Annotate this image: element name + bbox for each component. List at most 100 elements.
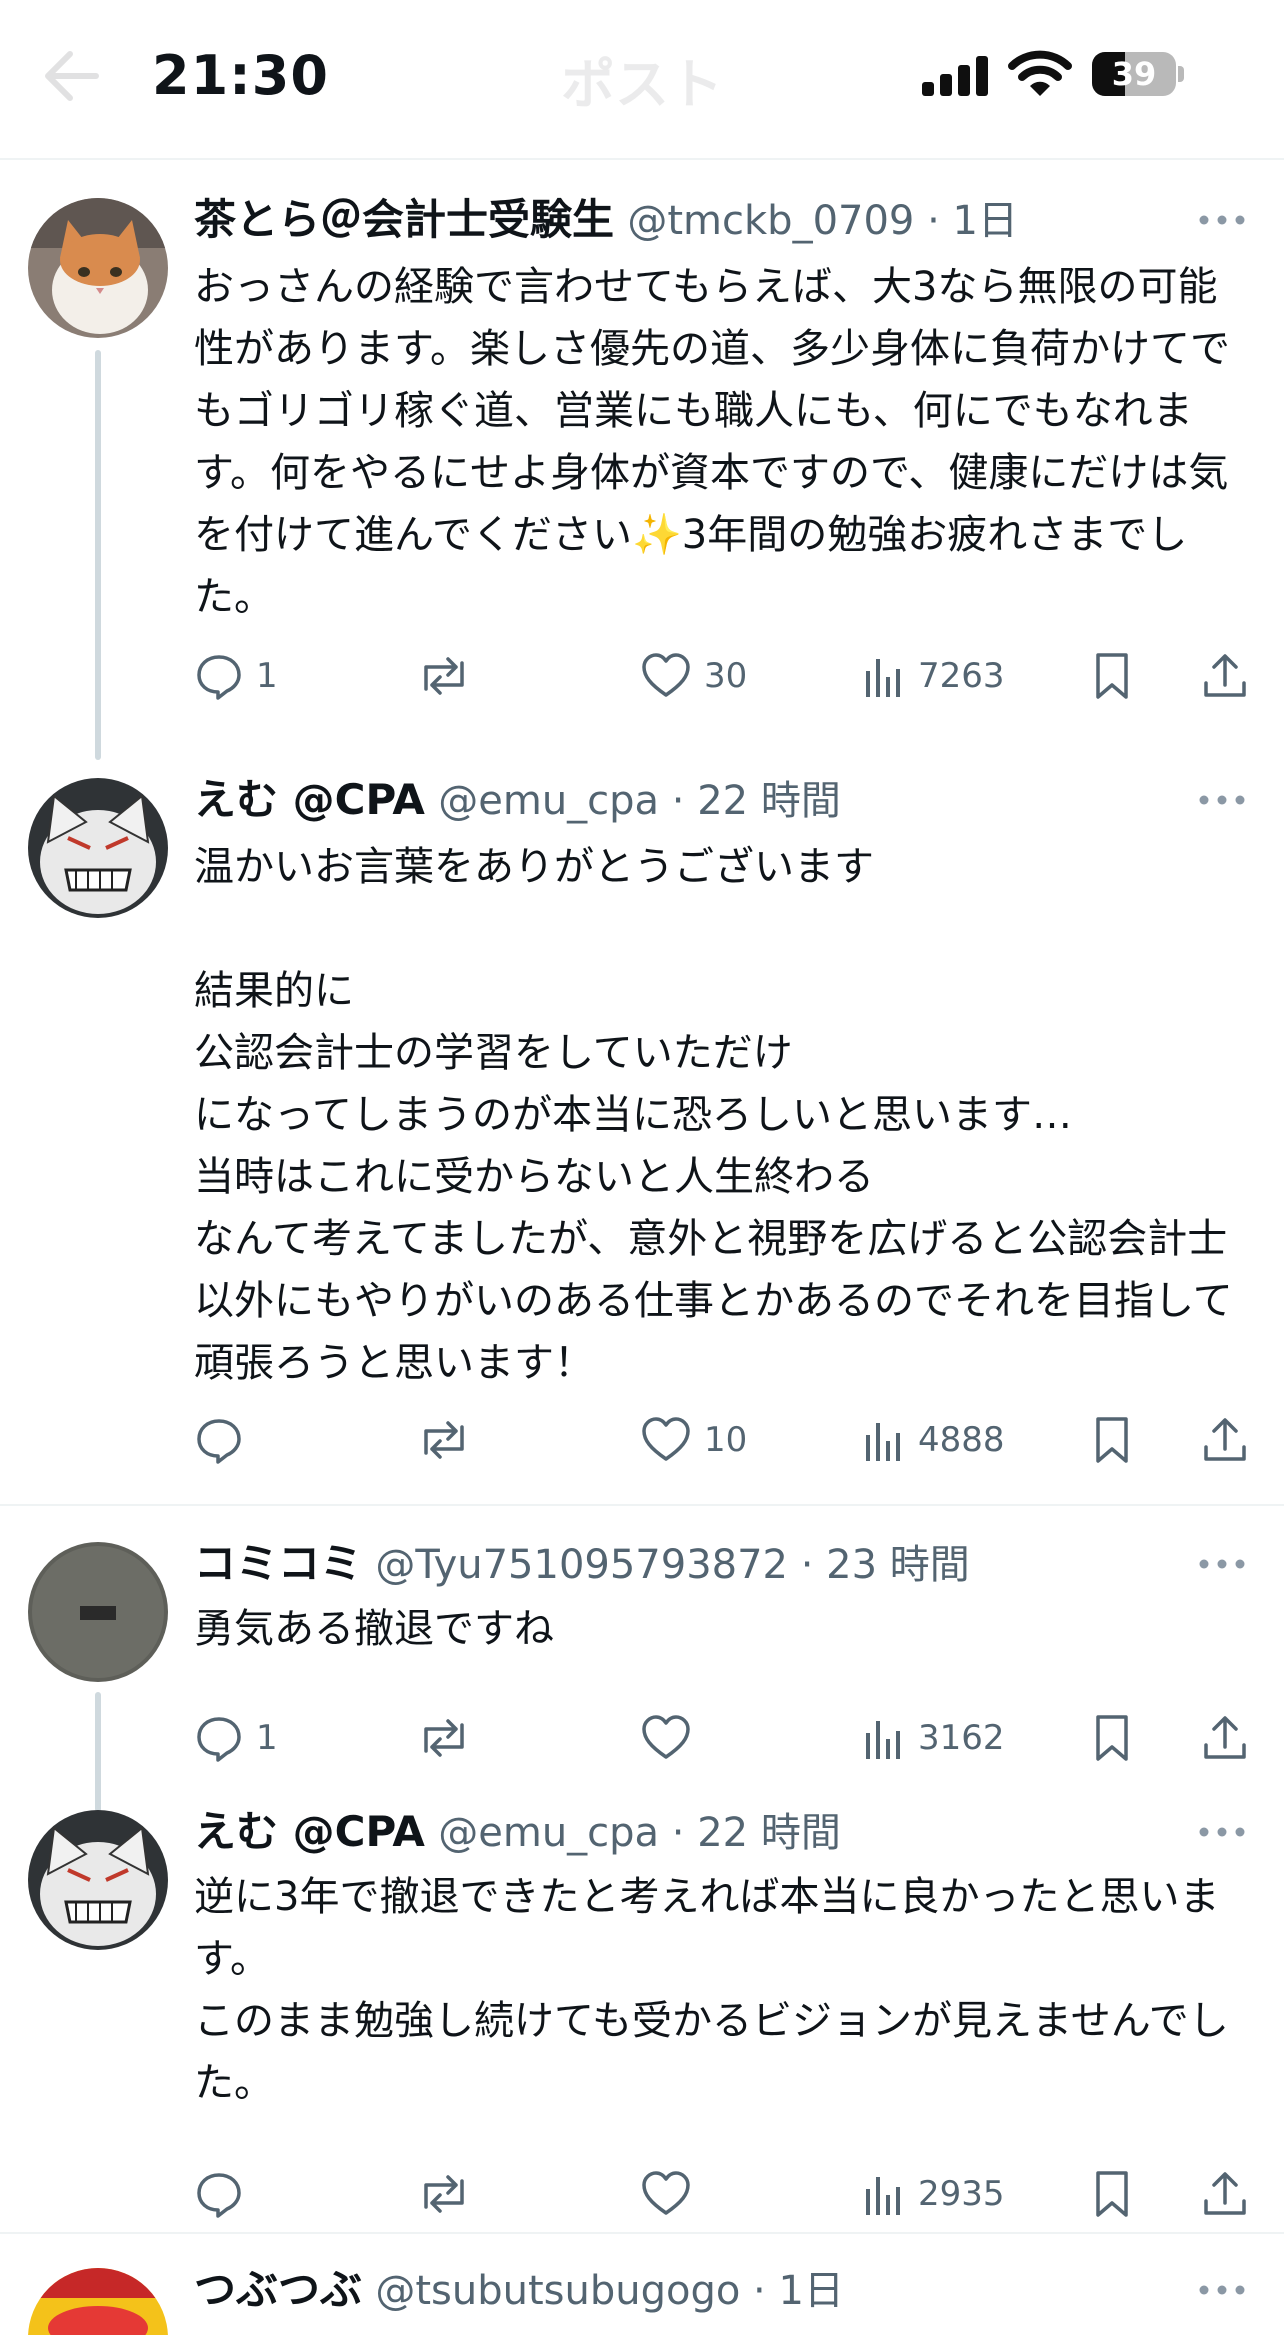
repost-button[interactable] — [414, 1708, 474, 1768]
view-count: 7263 — [918, 656, 1005, 696]
ellipsis-icon[interactable] — [1192, 190, 1252, 250]
dot-separator: · — [914, 198, 953, 244]
repost-button[interactable] — [414, 1410, 474, 1470]
repost-arrows-icon — [414, 2169, 474, 2219]
dot-separator: · — [659, 1810, 698, 1856]
bookmark-button[interactable] — [1090, 1708, 1134, 1768]
tweet-header: 茶とら＠会計士受験生 @tmckb_0709 · 1日 — [194, 190, 1204, 250]
top-bar: ポスト 21:30 39 — [0, 0, 1284, 160]
timestamp[interactable]: 22 時間 — [697, 778, 841, 824]
cellular-signal-icon — [922, 56, 992, 100]
heart-icon — [640, 651, 692, 701]
handle[interactable]: @emu_cpa — [438, 778, 659, 824]
like-button[interactable]: 10 — [640, 1410, 747, 1470]
views-button[interactable]: 3162 — [862, 1708, 1005, 1768]
timestamp[interactable]: 23 時間 — [826, 1542, 970, 1588]
bookmark-icon — [1090, 2169, 1134, 2219]
tweet-header: つぶつぶ @tsubutsubugogo · 1日 — [194, 2260, 1204, 2320]
like-button[interactable] — [640, 1708, 704, 1768]
bookmark-icon — [1090, 651, 1134, 701]
views-button[interactable]: 2935 — [862, 2164, 1005, 2224]
bookmark-button[interactable] — [1090, 2164, 1134, 2224]
avatar-cartoon-cat[interactable] — [28, 1810, 168, 1950]
display-name[interactable]: コミコミ — [194, 1539, 362, 1588]
speech-bubble-icon — [194, 1415, 244, 1465]
handle[interactable]: @tmckb_0709 — [627, 198, 914, 244]
heart-icon — [640, 2169, 692, 2219]
dot-separator: · — [740, 2268, 779, 2314]
heart-icon — [640, 1713, 692, 1763]
ellipsis-icon[interactable] — [1192, 1802, 1252, 1862]
reply-count: 1 — [256, 656, 278, 696]
like-button[interactable]: 30 — [640, 646, 747, 706]
display-name[interactable]: つぶつぶ — [194, 2265, 362, 2314]
display-name[interactable]: えむ @CPA — [194, 775, 425, 824]
speech-bubble-icon — [194, 1713, 244, 1763]
share-upload-icon — [1200, 1415, 1250, 1465]
action-bar: 1 30 7263 — [194, 646, 1254, 706]
reply-count: 1 — [256, 1718, 278, 1758]
tweet-1[interactable]: 茶とら＠会計士受験生 @tmckb_0709 · 1日 おっさんの経験で言わせて… — [0, 160, 1284, 760]
like-button[interactable] — [640, 2164, 704, 2224]
speech-bubble-icon — [194, 651, 244, 701]
repost-arrows-icon — [414, 1415, 474, 1465]
share-button[interactable] — [1200, 2164, 1250, 2224]
like-count: 30 — [704, 656, 748, 696]
ellipsis-icon[interactable] — [1192, 770, 1252, 830]
ellipsis-icon[interactable] — [1192, 1534, 1252, 1594]
ellipsis-icon[interactable] — [1192, 2260, 1252, 2320]
tweet-text: 温かいお言葉をありがとうございます 結果的に 公認会計士の学習をしていただけ に… — [194, 844, 1233, 1386]
bar-chart-icon — [862, 1713, 906, 1763]
thread-connector — [95, 1692, 101, 1812]
like-count: 10 — [704, 1420, 748, 1460]
speech-bubble-icon — [194, 2169, 244, 2219]
bar-chart-icon — [862, 1415, 906, 1465]
reply-button[interactable]: 1 — [194, 1708, 278, 1768]
tweet-2[interactable]: えむ @CPA @emu_cpa · 22 時間 温かいお言葉をありがとうござい… — [0, 740, 1284, 1504]
views-button[interactable]: 7263 — [862, 646, 1005, 706]
avatar-cat[interactable] — [28, 198, 168, 338]
bookmark-icon — [1090, 1713, 1134, 1763]
display-name[interactable]: 茶とら＠会計士受験生 — [194, 195, 614, 244]
battery-percent: 39 — [1111, 55, 1157, 93]
tweet-text: 逆に3年で撤退できたと考えれば本当に良かったと思います。 このまま勉強し続けても… — [194, 1874, 1229, 2106]
views-button[interactable]: 4888 — [862, 1410, 1005, 1470]
dot-separator: · — [659, 778, 698, 824]
action-bar: 2935 — [194, 2164, 1254, 2224]
bookmark-icon — [1090, 1415, 1134, 1465]
view-count: 3162 — [918, 1718, 1005, 1758]
reply-button[interactable]: 1 — [194, 646, 278, 706]
tweet-5[interactable]: つぶつぶ @tsubutsubugogo · 1日 — [0, 2234, 1284, 2335]
timestamp[interactable]: 22 時間 — [697, 1810, 841, 1856]
tweet-header: コミコミ @Tyu751095793872 · 23 時間 — [194, 1534, 1204, 1594]
tweet-3[interactable]: コミコミ @Tyu751095793872 · 23 時間 勇気ある撤退ですね … — [0, 1506, 1284, 1812]
tweet-4[interactable]: えむ @CPA @emu_cpa · 22 時間 逆に3年で撤退できたと考えれば… — [0, 1807, 1284, 2234]
share-upload-icon — [1200, 2169, 1250, 2219]
share-upload-icon — [1200, 651, 1250, 701]
repost-arrows-icon — [414, 651, 474, 701]
bookmark-button[interactable] — [1090, 646, 1134, 706]
share-button[interactable] — [1200, 646, 1250, 706]
bar-chart-icon — [862, 651, 906, 701]
timestamp[interactable]: 1日 — [953, 198, 1018, 244]
bookmark-button[interactable] — [1090, 1410, 1134, 1470]
handle[interactable]: @emu_cpa — [438, 1810, 659, 1856]
share-button[interactable] — [1200, 1708, 1250, 1768]
repost-button[interactable] — [414, 646, 474, 706]
handle[interactable]: @tsubutsubugogo — [375, 2268, 740, 2314]
repost-button[interactable] — [414, 2164, 474, 2224]
bar-chart-icon — [862, 2169, 906, 2219]
display-name[interactable]: えむ @CPA — [194, 1807, 425, 1856]
action-bar: 1 3162 — [194, 1708, 1254, 1768]
reply-button[interactable] — [194, 2164, 256, 2224]
wifi-icon — [1008, 50, 1072, 102]
action-bar: 10 4888 — [194, 1410, 1254, 1470]
timestamp[interactable]: 1日 — [779, 2268, 844, 2314]
handle[interactable]: @Tyu751095793872 — [375, 1542, 788, 1588]
reply-button[interactable] — [194, 1410, 256, 1470]
avatar-gray[interactable] — [28, 1542, 168, 1682]
avatar-colorful[interactable] — [28, 2268, 168, 2335]
view-count: 2935 — [918, 2174, 1005, 2214]
share-button[interactable] — [1200, 1410, 1250, 1470]
avatar-cartoon-cat[interactable] — [28, 778, 168, 918]
